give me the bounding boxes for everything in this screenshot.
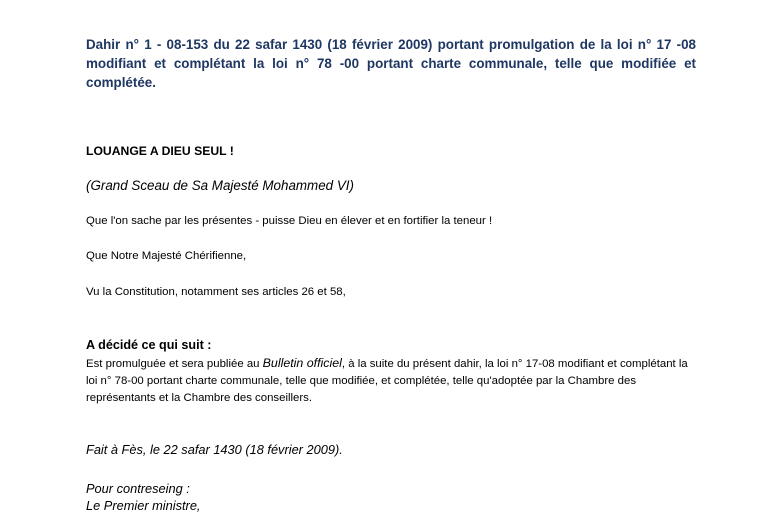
paragraph-presentes: Que l'on sache par les présentes - puiss…	[86, 215, 493, 227]
dahir-title: Dahir n° 1 - 08-153 du 22 safar 1430 (18…	[86, 37, 696, 90]
premier-ministre-line: Le Premier ministre,	[86, 498, 201, 513]
paragraph-constitution: Vu la Constitution, notamment ses articl…	[86, 286, 346, 298]
contreseing-line: Pour contreseing :	[86, 481, 190, 496]
decision-text-before: Est promulguée et sera publiée au	[86, 358, 263, 370]
grand-sceau-line: (Grand Sceau de Sa Majesté Mohammed VI)	[86, 178, 354, 193]
document-page: Dahir n° 1 - 08-153 du 22 safar 1430 (18…	[0, 0, 782, 513]
louange-heading: LOUANGE A DIEU SEUL !	[86, 144, 234, 158]
fait-a-fes-line: Fait à Fès, le 22 safar 1430 (18 février…	[86, 442, 343, 457]
decision-paragraph: Est promulguée et sera publiée au Bullet…	[86, 355, 698, 407]
paragraph-majeste: Que Notre Majesté Chérifienne,	[86, 250, 247, 262]
bulletin-officiel-text: Bulletin officiel	[262, 356, 342, 370]
decide-heading: A décidé ce qui suit :	[86, 338, 212, 352]
